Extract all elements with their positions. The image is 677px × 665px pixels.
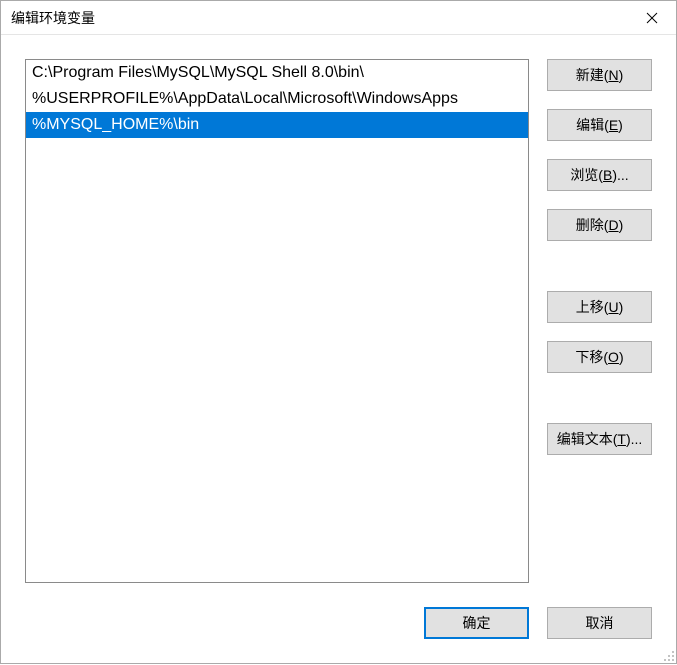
ok-button[interactable]: 确定 xyxy=(424,607,529,639)
side-buttons: 新建(N) 编辑(E) 浏览(B)... 删除(D) 上移(U) 下移(O) xyxy=(547,59,652,583)
edit-button[interactable]: 编辑(E) xyxy=(547,109,652,141)
content-area: C:\Program Files\MySQL\MySQL Shell 8.0\b… xyxy=(1,35,676,663)
titlebar: 编辑环境变量 xyxy=(1,1,676,35)
cancel-button[interactable]: 取消 xyxy=(547,607,652,639)
close-button[interactable] xyxy=(628,1,676,35)
list-item[interactable]: C:\Program Files\MySQL\MySQL Shell 8.0\b… xyxy=(26,60,528,86)
window-title: 编辑环境变量 xyxy=(11,8,95,28)
move-down-button[interactable]: 下移(O) xyxy=(547,341,652,373)
browse-button[interactable]: 浏览(B)... xyxy=(547,159,652,191)
path-listbox[interactable]: C:\Program Files\MySQL\MySQL Shell 8.0\b… xyxy=(25,59,529,583)
edit-text-button[interactable]: 编辑文本(T)... xyxy=(547,423,652,455)
list-item[interactable]: %USERPROFILE%\AppData\Local\Microsoft\Wi… xyxy=(26,86,528,112)
move-up-button[interactable]: 上移(U) xyxy=(547,291,652,323)
dialog-window: 编辑环境变量 C:\Program Files\MySQL\MySQL Shel… xyxy=(0,0,677,664)
close-icon xyxy=(646,12,658,24)
delete-button[interactable]: 删除(D) xyxy=(547,209,652,241)
main-row: C:\Program Files\MySQL\MySQL Shell 8.0\b… xyxy=(25,59,652,583)
footer: 确定 取消 xyxy=(25,607,652,639)
new-button[interactable]: 新建(N) xyxy=(547,59,652,91)
list-item[interactable]: %MYSQL_HOME%\bin xyxy=(26,112,528,138)
